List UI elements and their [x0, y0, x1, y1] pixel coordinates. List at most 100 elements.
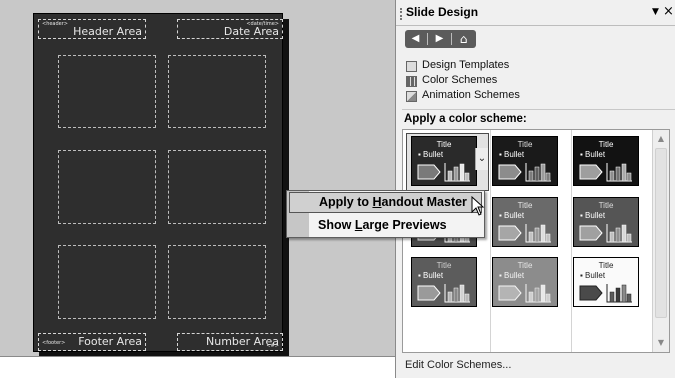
scheme-preview-graphic [417, 163, 470, 182]
task-pane-header: Slide Design ▼ × [396, 0, 675, 26]
slide-canvas: <header> Header Area <date/time> Date Ar… [0, 0, 395, 378]
slide-design-task-pane: Slide Design ▼ × ◀ ▶ ⌂ Design Templates … [395, 0, 675, 378]
scheme-chart-bar [540, 224, 546, 243]
scheme-arrow-shape [417, 285, 441, 301]
scheme-dropdown-button[interactable]: ⌄ [475, 148, 488, 170]
design-templates-label: Design Templates [422, 59, 510, 71]
scheme-chart-bar [545, 233, 551, 243]
color-scheme-thumbnail[interactable]: Title▪ Bullet [573, 197, 639, 247]
scheme-preview-graphic [498, 284, 551, 303]
animation-schemes-label: Animation Schemes [422, 89, 520, 101]
gallery-scrollbar[interactable]: ▲ ▼ [652, 130, 669, 352]
scheme-chart-bar [615, 166, 621, 182]
footer-placeholder-label: Footer Area [78, 335, 142, 348]
scheme-chart-bar [545, 172, 551, 182]
scheme-chart-bar [528, 170, 534, 182]
scheme-chart-bar [453, 287, 459, 303]
slide-slot [168, 150, 266, 224]
scheme-arrow-shape [579, 225, 603, 241]
scheme-chart-bar [621, 284, 627, 303]
slide-slot [58, 150, 156, 224]
close-icon[interactable]: × [663, 4, 674, 19]
section-divider [402, 109, 675, 110]
scheme-chart-bar [609, 231, 615, 243]
design-templates-icon [406, 61, 417, 72]
scheme-preview-graphic [579, 163, 632, 182]
slide-slot [168, 245, 266, 319]
scheme-bullet-text: ▪ Bullet [499, 211, 525, 220]
scheme-chart-bar [528, 291, 534, 303]
color-scheme-thumbnail[interactable]: Title▪ Bullet [573, 136, 639, 186]
scheme-arrow-shape [498, 225, 522, 241]
dropdown-arrow-icon[interactable]: ▼ [652, 7, 659, 17]
scheme-chart-bar [609, 170, 615, 182]
scheme-chart-bar [534, 166, 540, 182]
menu-item-text: arge Previews [362, 218, 447, 232]
handout-master-page[interactable]: <header> Header Area <date/time> Date Ar… [33, 13, 283, 352]
color-scheme-thumbnail[interactable]: Title▪ Bullet [492, 257, 558, 307]
scheme-arrow-shape [498, 164, 522, 180]
scroll-down-icon[interactable]: ▼ [655, 336, 667, 350]
scheme-chart-bar [540, 163, 546, 182]
scheme-arrow-shape [417, 164, 441, 180]
task-pane-title: Slide Design [406, 5, 479, 19]
scheme-chart-bar [609, 291, 615, 303]
scheme-arrow-shape [579, 164, 603, 180]
back-icon[interactable]: ◀ [408, 32, 423, 46]
header-placeholder[interactable]: <header> Header Area [38, 19, 146, 39]
scheme-title-text: Title [436, 261, 452, 270]
context-menu: Apply to Handout Master Show Large Previ… [286, 190, 485, 238]
color-scheme-gallery: Title ▪ Bullet Title ▪ Bullet Title ▪ Bullet T… [402, 129, 670, 353]
apply-to-handout-master-item[interactable]: Apply to Handout Master [289, 192, 482, 213]
edit-color-schemes-link[interactable]: Edit Color Schemes... [405, 359, 511, 371]
scheme-preview-graphic [498, 163, 551, 182]
nav-separator [427, 33, 428, 45]
scheme-chart-bar [464, 172, 470, 182]
scheme-chart-bar [615, 227, 621, 243]
scheme-chart-bar [626, 293, 632, 303]
task-pane-nav: ◀ ▶ ⌂ [405, 30, 476, 48]
nav-separator [451, 33, 452, 45]
scheme-chart-bar [459, 163, 465, 182]
forward-icon[interactable]: ▶ [432, 32, 447, 46]
home-icon[interactable]: ⌂ [456, 32, 471, 46]
scheme-chart-bar [621, 224, 627, 243]
color-schemes-icon [406, 76, 417, 87]
grip-handle[interactable] [400, 8, 402, 20]
scheme-chart-bar [459, 284, 465, 303]
scheme-chart-bar [621, 163, 627, 182]
scheme-title-text: Title [517, 261, 533, 270]
scheme-bullet-text: ▪ Bullet [580, 271, 606, 280]
scheme-chart-bar [626, 233, 632, 243]
scheme-chart-bar [545, 293, 551, 303]
scroll-thumb[interactable] [655, 148, 667, 318]
number-placeholder[interactable]: <#> Number Area [177, 333, 283, 351]
scheme-chart-bar [528, 231, 534, 243]
scheme-title-text: Title [598, 261, 614, 270]
color-scheme-thumbnail[interactable]: Title▪ Bullet [492, 197, 558, 247]
scheme-preview-graphic [579, 284, 632, 303]
scheme-chart-bar [447, 170, 453, 182]
color-scheme-thumbnail[interactable]: Title▪ Bullet [573, 257, 639, 307]
color-scheme-thumbnail[interactable]: Title▪ Bullet [492, 136, 558, 186]
scheme-chart-bar [464, 293, 470, 303]
scheme-chart-bar [615, 287, 621, 303]
menu-item-text: Apply to [319, 195, 373, 209]
scroll-up-icon[interactable]: ▲ [655, 132, 667, 146]
section-title: Apply a color scheme: [404, 113, 527, 125]
footer-placeholder[interactable]: <footer> Footer Area [38, 333, 146, 351]
color-scheme-thumbnail[interactable]: Title▪ Bullet [411, 257, 477, 307]
scheme-title-text: Title [436, 140, 452, 149]
scheme-arrow-shape [498, 285, 522, 301]
slide-slot [168, 55, 266, 128]
date-placeholder[interactable]: <date/time> Date Area [177, 19, 283, 39]
show-large-previews-item[interactable]: Show Large Previews [289, 215, 482, 236]
mouse-cursor-icon [471, 196, 485, 216]
menu-item-accelerator: H [372, 195, 382, 209]
scheme-chart-bar [534, 287, 540, 303]
scheme-bullet-text: ▪ Bullet [418, 271, 444, 280]
slide-slot [58, 245, 156, 319]
scheme-chart-bar [540, 284, 546, 303]
color-scheme-thumbnail[interactable]: Title▪ Bullet [411, 136, 477, 186]
scheme-title-text: Title [598, 140, 614, 149]
